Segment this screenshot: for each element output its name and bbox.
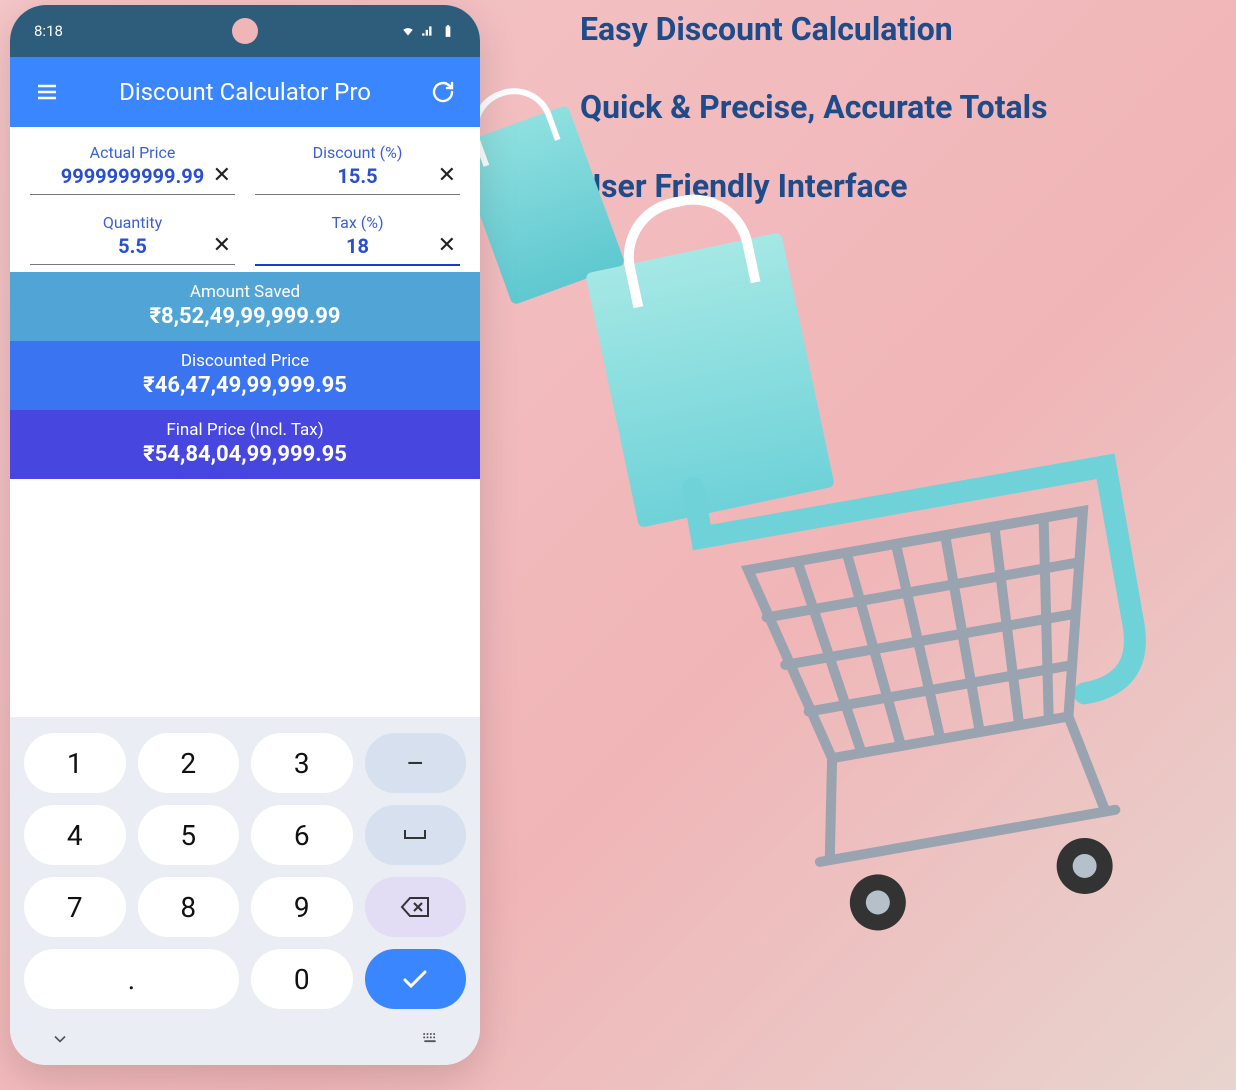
numeric-keypad: 1 2 3 – 4 5 6 7 8 9 . 0 [10, 717, 480, 1017]
shopping-bag-icon [585, 232, 835, 528]
clear-quantity[interactable]: ✕ [213, 233, 231, 258]
key-8[interactable]: 8 [138, 877, 240, 937]
discount-field[interactable]: Discount (%) 15.5 ✕ [245, 131, 470, 201]
nav-collapse[interactable] [50, 1029, 70, 1053]
final-price-value: ₹54,84,04,99,999.95 [10, 442, 480, 467]
signal-icon [420, 24, 436, 38]
tax-value: 18 [255, 234, 460, 262]
status-icons [400, 24, 456, 38]
amount-saved-value: ₹8,52,49,99,999.99 [10, 304, 480, 329]
content-spacer [10, 479, 480, 717]
marketing-line-2: Quick & Precise, Accurate Totals [580, 88, 1206, 126]
marketing-line-3: User Friendly Interface [580, 167, 1206, 205]
amount-saved-row: Amount Saved ₹8,52,49,99,999.99 [10, 272, 480, 341]
key-7[interactable]: 7 [24, 877, 126, 937]
key-minus[interactable]: – [365, 733, 467, 793]
discount-label: Discount (%) [255, 143, 460, 162]
key-5[interactable]: 5 [138, 805, 240, 865]
wifi-icon [400, 24, 416, 38]
actual-price-value: 9999999999.99 [30, 164, 235, 192]
camera-hole [232, 18, 258, 44]
final-price-label: Final Price (Incl. Tax) [10, 420, 480, 440]
key-enter[interactable] [365, 949, 467, 1009]
actual-price-field[interactable]: Actual Price 9999999999.99 ✕ [20, 131, 245, 201]
key-backspace[interactable] [365, 877, 467, 937]
key-9[interactable]: 9 [251, 877, 353, 937]
inputs-grid: Actual Price 9999999999.99 ✕ Discount (%… [10, 127, 480, 272]
status-time: 8:18 [34, 22, 63, 40]
discount-value: 15.5 [255, 164, 460, 192]
battery-icon [440, 24, 456, 38]
nav-keyboard-switch[interactable] [420, 1029, 440, 1053]
key-2[interactable]: 2 [138, 733, 240, 793]
discounted-price-value: ₹46,47,49,99,999.95 [10, 373, 480, 398]
menu-button[interactable] [30, 75, 64, 109]
tax-label: Tax (%) [255, 213, 460, 232]
actual-price-label: Actual Price [30, 143, 235, 162]
clear-discount[interactable]: ✕ [438, 163, 456, 188]
space-icon [401, 826, 429, 844]
quantity-label: Quantity [30, 213, 235, 232]
key-4[interactable]: 4 [24, 805, 126, 865]
quantity-field[interactable]: Quantity 5.5 ✕ [20, 201, 245, 272]
quantity-value: 5.5 [30, 234, 235, 262]
status-bar: 8:18 [10, 5, 480, 57]
tax-field[interactable]: Tax (%) 18 ✕ [245, 201, 470, 272]
key-3[interactable]: 3 [251, 733, 353, 793]
amount-saved-label: Amount Saved [10, 282, 480, 302]
key-6[interactable]: 6 [251, 805, 353, 865]
key-0[interactable]: 0 [251, 949, 353, 1009]
android-nav-bar [10, 1017, 480, 1065]
chevron-down-icon [50, 1029, 70, 1049]
final-price-row: Final Price (Incl. Tax) ₹54,84,04,99,999… [10, 410, 480, 479]
refresh-button[interactable] [426, 75, 460, 109]
backspace-icon [400, 896, 430, 918]
key-space[interactable] [365, 805, 467, 865]
marketing-text: Easy Discount Calculation Quick & Precis… [580, 10, 1206, 245]
marketing-line-1: Easy Discount Calculation [580, 10, 1206, 48]
refresh-icon [431, 80, 455, 104]
app-title: Discount Calculator Pro [64, 78, 426, 106]
discounted-price-row: Discounted Price ₹46,47,49,99,999.95 [10, 341, 480, 410]
clear-tax[interactable]: ✕ [438, 233, 456, 258]
app-bar: Discount Calculator Pro [10, 57, 480, 127]
clear-actual-price[interactable]: ✕ [213, 163, 231, 188]
shopping-cart-icon [648, 382, 1211, 977]
key-1[interactable]: 1 [24, 733, 126, 793]
key-dot[interactable]: . [24, 949, 239, 1009]
phone-frame: 8:18 Discount Calculator Pro Actual Pric… [10, 5, 480, 1065]
keyboard-icon [420, 1029, 440, 1049]
hamburger-icon [35, 80, 59, 104]
discounted-price-label: Discounted Price [10, 351, 480, 371]
check-icon [402, 969, 428, 989]
